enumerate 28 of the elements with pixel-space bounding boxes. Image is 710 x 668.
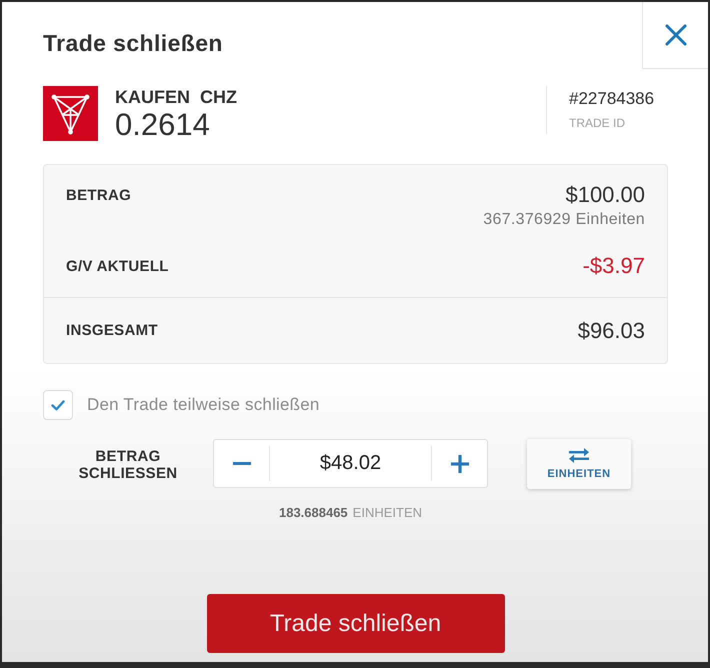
total-value: $96.03	[578, 319, 645, 343]
close-amount-label: BETRAG SCHLIESSEN	[78, 448, 178, 482]
partial-close-checkbox[interactable]	[43, 390, 73, 420]
coin-logo-icon	[43, 86, 98, 141]
units-amount: 183.688465	[278, 505, 348, 520]
close-button[interactable]	[642, 2, 708, 69]
trade-direction: KAUFEN	[115, 88, 190, 106]
minus-icon	[232, 462, 250, 465]
asset-rate: 0.2614	[115, 109, 211, 141]
summary-value: -$3.97	[582, 254, 645, 278]
close-icon	[664, 24, 686, 46]
close-trade-button[interactable]: Trade schließen	[206, 594, 504, 653]
amount-input[interactable]: $48.02	[270, 440, 431, 487]
summary-value: $100.00	[565, 183, 645, 207]
units-label: EINHEITEN	[352, 505, 422, 520]
summary-subvalue: 367.376929 Einheiten	[483, 211, 645, 229]
dialog-title: Trade schließen	[43, 30, 223, 57]
check-icon	[51, 400, 65, 410]
summary-label: G/V AKTUELL	[66, 258, 169, 276]
trade-id-label: TRADE ID	[569, 116, 626, 130]
units-toggle-button[interactable]: EINHEITEN	[527, 439, 631, 489]
total-label: INSGESAMT	[66, 322, 158, 340]
checkbox-label: Den Trade teilweise schließen	[87, 395, 320, 415]
summary-label: BETRAG	[66, 187, 132, 205]
trade-id: #22784386	[569, 89, 654, 109]
plus-icon	[450, 454, 468, 472]
asset-symbol: CHZ	[200, 88, 237, 106]
swap-arrows-icon	[568, 448, 590, 463]
